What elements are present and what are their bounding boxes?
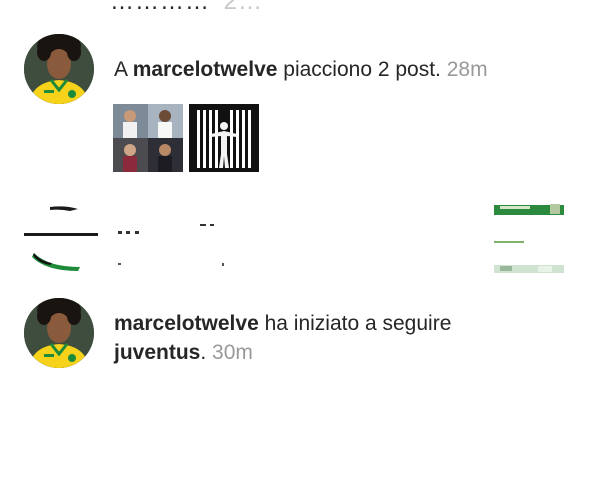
profile-photo-marcelo-icon xyxy=(24,34,94,104)
corrupted-notification-row xyxy=(0,195,589,280)
profile-photo-marcelo-icon xyxy=(24,298,94,368)
post-thumbnail-2[interactable] xyxy=(189,104,259,172)
glitch-artifact-icon xyxy=(24,204,564,273)
notification-suffix: . xyxy=(200,341,207,364)
notification-text: marcelotwelve ha iniziato a seguire juve… xyxy=(114,309,554,367)
notification-action: piacciono 2 post. xyxy=(277,58,441,81)
notification-time: 28m xyxy=(446,58,488,81)
followed-account-link[interactable]: juventus xyxy=(114,341,200,364)
photo-collage-thumbnail-icon xyxy=(113,104,183,172)
avatar[interactable] xyxy=(24,298,94,368)
username-link[interactable]: marcelotwelve xyxy=(114,312,259,335)
activity-feed: ………… 2… A marcelotwelve piacciono 2 post… xyxy=(0,0,589,480)
username-link[interactable]: marcelotwelve xyxy=(133,58,278,81)
notification-action: ha iniziato a seguire xyxy=(258,312,452,335)
cristiano-jersey-thumbnail-icon xyxy=(189,104,259,172)
notification-prefix: A xyxy=(114,58,133,81)
cropped-text: ………… xyxy=(110,0,210,15)
post-thumbnail-1[interactable] xyxy=(113,104,183,172)
cropped-notification-row: ………… 2… xyxy=(110,0,263,16)
notification-time: 30m xyxy=(212,341,253,364)
avatar[interactable] xyxy=(24,34,94,104)
cropped-time: 2… xyxy=(223,0,264,15)
notification-text: A marcelotwelve piacciono 2 post. 28m xyxy=(114,55,488,84)
